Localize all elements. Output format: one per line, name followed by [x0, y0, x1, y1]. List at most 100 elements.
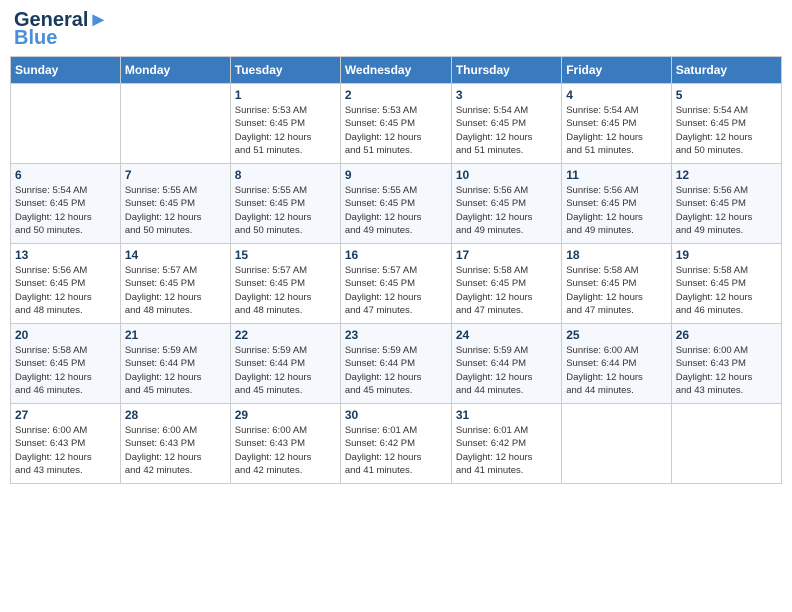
calendar-cell: [120, 84, 230, 164]
day-number: 29: [235, 408, 336, 422]
col-header-tuesday: Tuesday: [230, 57, 340, 84]
day-number: 3: [456, 88, 557, 102]
day-detail: Sunrise: 6:00 AM Sunset: 6:43 PM Dayligh…: [125, 424, 226, 477]
col-header-saturday: Saturday: [671, 57, 781, 84]
day-number: 18: [566, 248, 666, 262]
day-detail: Sunrise: 6:00 AM Sunset: 6:44 PM Dayligh…: [566, 344, 666, 397]
day-number: 5: [676, 88, 777, 102]
calendar-cell: 13 Sunrise: 5:56 AM Sunset: 6:45 PM Dayli…: [11, 244, 121, 324]
day-number: 23: [345, 328, 447, 342]
day-number: 31: [456, 408, 557, 422]
logo: General► Blue: [14, 10, 108, 48]
calendar-cell: 29 Sunrise: 6:00 AM Sunset: 6:43 PM Dayli…: [230, 404, 340, 484]
day-detail: Sunrise: 6:01 AM Sunset: 6:42 PM Dayligh…: [345, 424, 447, 477]
calendar-cell: 3 Sunrise: 5:54 AM Sunset: 6:45 PM Daylig…: [451, 84, 561, 164]
day-detail: Sunrise: 5:58 AM Sunset: 6:45 PM Dayligh…: [15, 344, 116, 397]
day-detail: Sunrise: 5:54 AM Sunset: 6:45 PM Dayligh…: [676, 104, 777, 157]
calendar-week-4: 20 Sunrise: 5:58 AM Sunset: 6:45 PM Dayli…: [11, 324, 782, 404]
day-detail: Sunrise: 5:58 AM Sunset: 6:45 PM Dayligh…: [456, 264, 557, 317]
day-detail: Sunrise: 5:54 AM Sunset: 6:45 PM Dayligh…: [15, 184, 116, 237]
day-number: 8: [235, 168, 336, 182]
calendar-cell: 20 Sunrise: 5:58 AM Sunset: 6:45 PM Dayli…: [11, 324, 121, 404]
day-detail: Sunrise: 5:55 AM Sunset: 6:45 PM Dayligh…: [125, 184, 226, 237]
calendar-cell: 18 Sunrise: 5:58 AM Sunset: 6:45 PM Dayli…: [562, 244, 671, 324]
day-number: 17: [456, 248, 557, 262]
day-detail: Sunrise: 5:54 AM Sunset: 6:45 PM Dayligh…: [456, 104, 557, 157]
day-detail: Sunrise: 5:56 AM Sunset: 6:45 PM Dayligh…: [566, 184, 666, 237]
calendar-cell: 17 Sunrise: 5:58 AM Sunset: 6:45 PM Dayli…: [451, 244, 561, 324]
day-number: 11: [566, 168, 666, 182]
calendar-cell: 25 Sunrise: 6:00 AM Sunset: 6:44 PM Dayli…: [562, 324, 671, 404]
day-detail: Sunrise: 6:00 AM Sunset: 6:43 PM Dayligh…: [235, 424, 336, 477]
calendar-cell: 2 Sunrise: 5:53 AM Sunset: 6:45 PM Daylig…: [340, 84, 451, 164]
page-header: General► Blue: [10, 10, 782, 48]
day-number: 7: [125, 168, 226, 182]
calendar-cell: 15 Sunrise: 5:57 AM Sunset: 6:45 PM Dayli…: [230, 244, 340, 324]
calendar-cell: [562, 404, 671, 484]
day-number: 16: [345, 248, 447, 262]
day-number: 15: [235, 248, 336, 262]
calendar-cell: 26 Sunrise: 6:00 AM Sunset: 6:43 PM Dayli…: [671, 324, 781, 404]
calendar-cell: 23 Sunrise: 5:59 AM Sunset: 6:44 PM Dayli…: [340, 324, 451, 404]
day-detail: Sunrise: 5:53 AM Sunset: 6:45 PM Dayligh…: [345, 104, 447, 157]
day-detail: Sunrise: 5:57 AM Sunset: 6:45 PM Dayligh…: [345, 264, 447, 317]
day-number: 2: [345, 88, 447, 102]
day-number: 20: [15, 328, 116, 342]
day-number: 10: [456, 168, 557, 182]
day-detail: Sunrise: 5:56 AM Sunset: 6:45 PM Dayligh…: [676, 184, 777, 237]
day-number: 30: [345, 408, 447, 422]
day-detail: Sunrise: 5:56 AM Sunset: 6:45 PM Dayligh…: [15, 264, 116, 317]
calendar-cell: 9Sunrise: 5:55 AM Sunset: 6:45 PM Daylig…: [340, 164, 451, 244]
day-number: 1: [235, 88, 336, 102]
day-number: 25: [566, 328, 666, 342]
calendar-header-row: SundayMondayTuesdayWednesdayThursdayFrid…: [11, 57, 782, 84]
calendar-week-5: 27 Sunrise: 6:00 AM Sunset: 6:43 PM Dayli…: [11, 404, 782, 484]
col-header-thursday: Thursday: [451, 57, 561, 84]
day-detail: Sunrise: 5:55 AM Sunset: 6:45 PM Dayligh…: [345, 184, 447, 237]
calendar-cell: 22Sunrise: 5:59 AM Sunset: 6:44 PM Dayli…: [230, 324, 340, 404]
day-number: 12: [676, 168, 777, 182]
calendar-cell: [671, 404, 781, 484]
day-detail: Sunrise: 5:55 AM Sunset: 6:45 PM Dayligh…: [235, 184, 336, 237]
day-detail: Sunrise: 5:58 AM Sunset: 6:45 PM Dayligh…: [566, 264, 666, 317]
day-detail: Sunrise: 5:58 AM Sunset: 6:45 PM Dayligh…: [676, 264, 777, 317]
col-header-wednesday: Wednesday: [340, 57, 451, 84]
calendar-week-2: 6 Sunrise: 5:54 AM Sunset: 6:45 PM Daylig…: [11, 164, 782, 244]
day-detail: Sunrise: 5:57 AM Sunset: 6:45 PM Dayligh…: [125, 264, 226, 317]
day-number: 6: [15, 168, 116, 182]
day-detail: Sunrise: 5:54 AM Sunset: 6:45 PM Dayligh…: [566, 104, 666, 157]
calendar-cell: 19 Sunrise: 5:58 AM Sunset: 6:45 PM Dayli…: [671, 244, 781, 324]
calendar-cell: 14 Sunrise: 5:57 AM Sunset: 6:45 PM Dayli…: [120, 244, 230, 324]
calendar-table: SundayMondayTuesdayWednesdayThursdayFrid…: [10, 56, 782, 484]
calendar-cell: 5 Sunrise: 5:54 AM Sunset: 6:45 PM Daylig…: [671, 84, 781, 164]
calendar-cell: 12 Sunrise: 5:56 AM Sunset: 6:45 PM Dayli…: [671, 164, 781, 244]
calendar-cell: 28Sunrise: 6:00 AM Sunset: 6:43 PM Dayli…: [120, 404, 230, 484]
day-detail: Sunrise: 5:59 AM Sunset: 6:44 PM Dayligh…: [345, 344, 447, 397]
logo-blue: Blue: [14, 28, 57, 48]
calendar-cell: 1Sunrise: 5:53 AM Sunset: 6:45 PM Daylig…: [230, 84, 340, 164]
day-number: 4: [566, 88, 666, 102]
calendar-week-1: 1 Sunrise: 5:53 AM Sunset: 6:45 PM Daylig…: [11, 84, 782, 164]
col-header-friday: Friday: [562, 57, 671, 84]
day-number: 26: [676, 328, 777, 342]
calendar-cell: 4 Sunrise: 5:54 AM Sunset: 6:45 PM Daylig…: [562, 84, 671, 164]
day-detail: Sunrise: 5:59 AM Sunset: 6:44 PM Dayligh…: [235, 344, 336, 397]
calendar-cell: 16 Sunrise: 5:57 AM Sunset: 6:45 PM Dayli…: [340, 244, 451, 324]
day-number: 19: [676, 248, 777, 262]
calendar-cell: 8 Sunrise: 5:55 AM Sunset: 6:45 PM Daylig…: [230, 164, 340, 244]
day-number: 13: [15, 248, 116, 262]
calendar-cell: 30 Sunrise: 6:01 AM Sunset: 6:42 PM Dayli…: [340, 404, 451, 484]
calendar-week-3: 13 Sunrise: 5:56 AM Sunset: 6:45 PM Dayli…: [11, 244, 782, 324]
day-number: 14: [125, 248, 226, 262]
day-number: 27: [15, 408, 116, 422]
day-detail: Sunrise: 6:00 AM Sunset: 6:43 PM Dayligh…: [15, 424, 116, 477]
col-header-sunday: Sunday: [11, 57, 121, 84]
day-detail: Sunrise: 6:00 AM Sunset: 6:43 PM Dayligh…: [676, 344, 777, 397]
day-detail: Sunrise: 5:59 AM Sunset: 6:44 PM Dayligh…: [456, 344, 557, 397]
day-number: 21: [125, 328, 226, 342]
day-detail: Sunrise: 6:01 AM Sunset: 6:42 PM Dayligh…: [456, 424, 557, 477]
day-detail: Sunrise: 5:57 AM Sunset: 6:45 PM Dayligh…: [235, 264, 336, 317]
calendar-cell: 11 Sunrise: 5:56 AM Sunset: 6:45 PM Dayli…: [562, 164, 671, 244]
calendar-cell: 27 Sunrise: 6:00 AM Sunset: 6:43 PM Dayli…: [11, 404, 121, 484]
day-number: 24: [456, 328, 557, 342]
